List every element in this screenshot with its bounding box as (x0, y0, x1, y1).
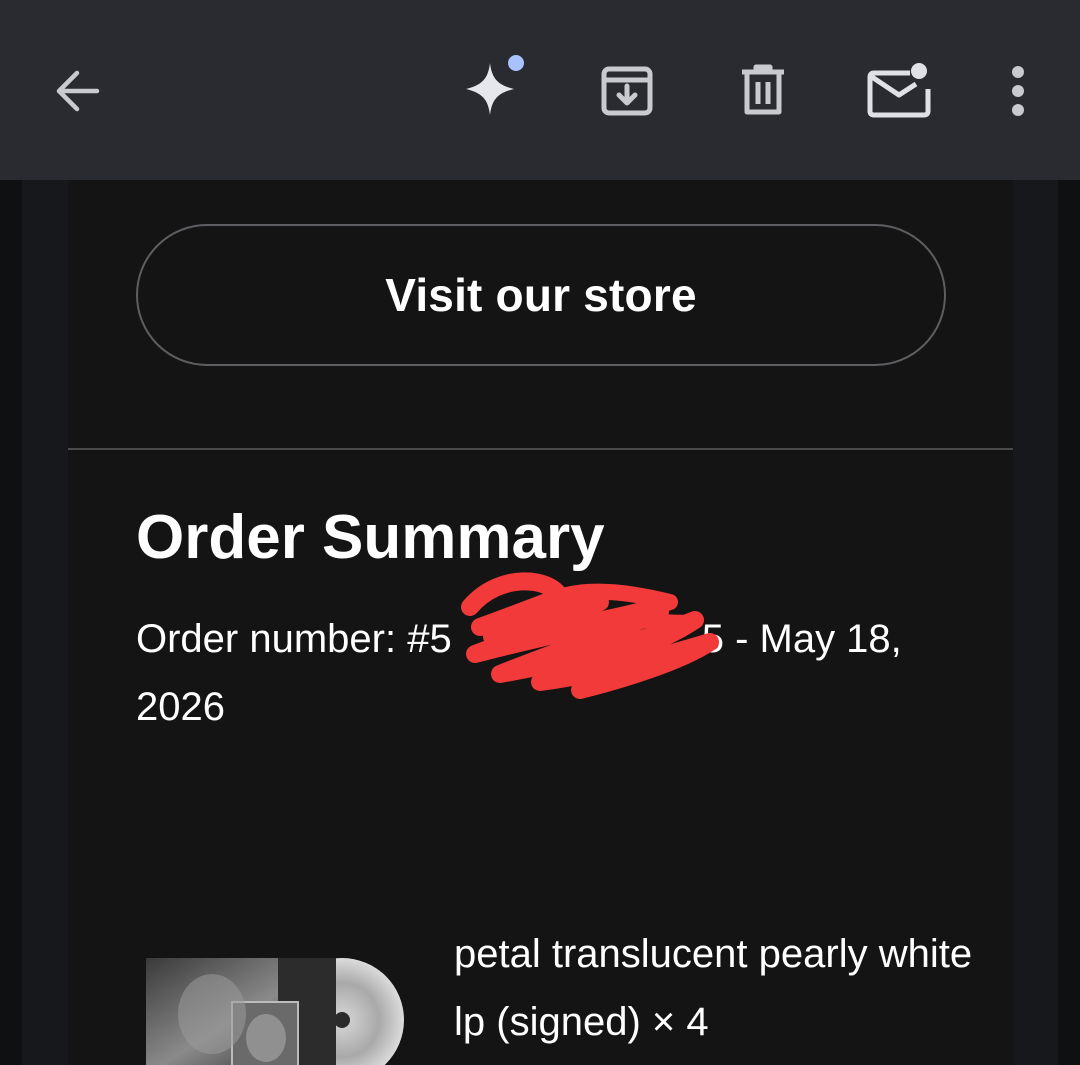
product-thumbnail[interactable] (142, 956, 404, 1065)
gemini-button[interactable] (454, 55, 530, 127)
vinyl-record-image (146, 958, 404, 1065)
app-toolbar (0, 0, 1080, 180)
sparkle-icon (466, 55, 524, 115)
archive-button[interactable] (591, 55, 663, 127)
order-number-prefix: Order number: #5 (136, 617, 452, 661)
redaction-scribble (461, 572, 719, 699)
trash-icon (742, 64, 784, 115)
more-options-button[interactable] (982, 55, 1054, 127)
archive-icon (601, 66, 653, 116)
product-name: petal translucent pearly white lp (signe… (454, 932, 973, 1044)
mail-unread-icon (867, 63, 931, 118)
email-body: Visit our store Order Summary Order numb… (68, 180, 1013, 1065)
arrow-left-icon (56, 70, 100, 112)
more-vert-icon (1012, 66, 1024, 116)
divider (68, 448, 1013, 450)
visit-store-button[interactable]: Visit our store (136, 224, 946, 366)
back-button[interactable] (41, 55, 113, 127)
delete-button[interactable] (727, 55, 799, 127)
mark-unread-button[interactable] (862, 55, 938, 127)
notification-dot (508, 55, 524, 71)
